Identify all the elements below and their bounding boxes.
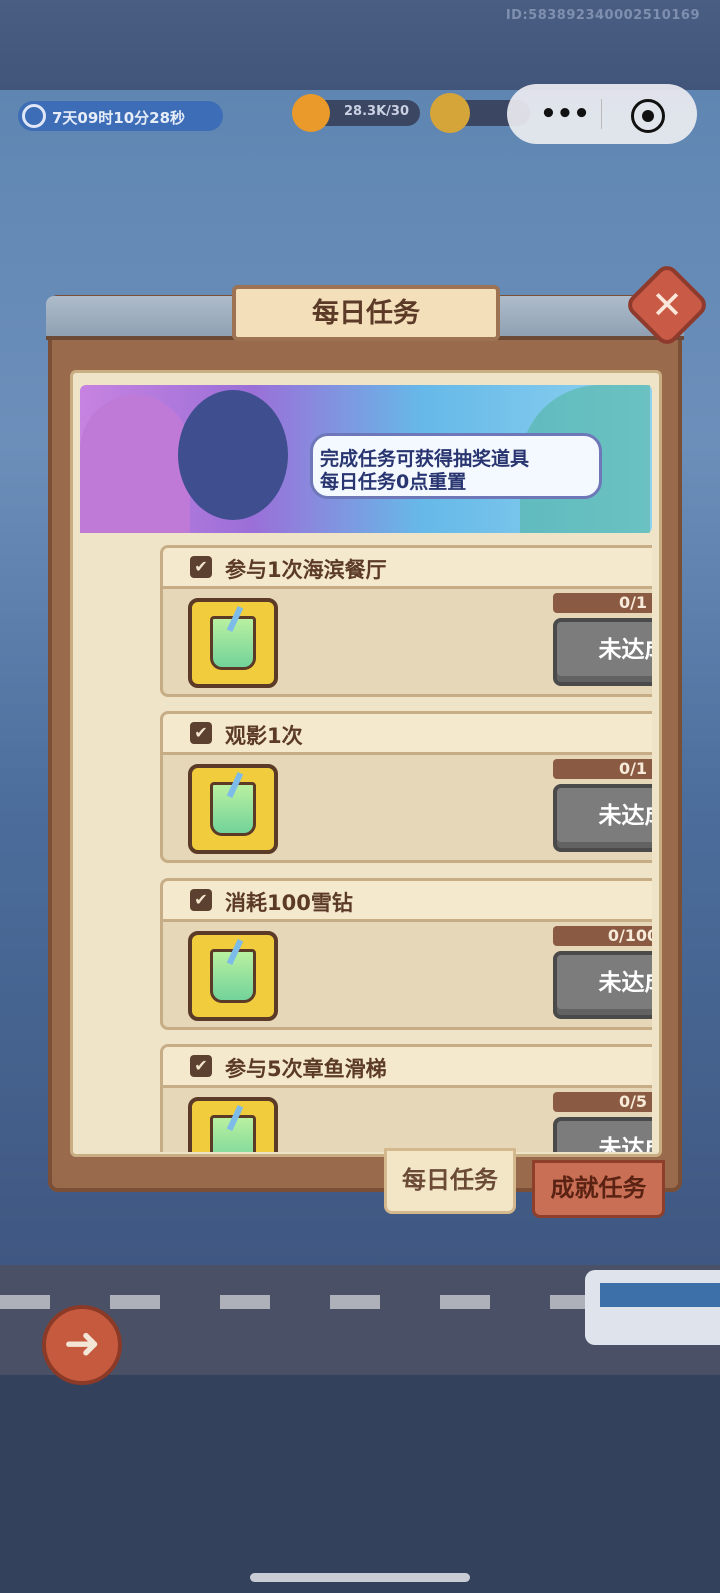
penguin-illustration: [178, 390, 288, 520]
home-indicator: [250, 1573, 470, 1582]
reward-item[interactable]: [188, 1097, 278, 1152]
checkbox-icon: ✔: [190, 556, 212, 578]
bus-window: [600, 1283, 720, 1307]
task-title: 参与5次章鱼滑梯: [225, 1057, 387, 1081]
task-title: 参与1次海滨餐厅: [225, 558, 387, 582]
task-title: 消耗100雪钻: [225, 891, 353, 915]
task-status-button[interactable]: 未达成: [553, 784, 652, 852]
modal-title: 每日任务: [312, 298, 420, 329]
checkbox-icon: ✔: [190, 1055, 212, 1077]
bottom-background: [0, 1375, 720, 1593]
bus-illustration: [585, 1270, 720, 1345]
task-card: ✔ 参与5次章鱼滑梯 0/5 未达成: [160, 1044, 652, 1152]
task-card: ✔ 消耗100雪钻 0/100 未达成: [160, 878, 652, 1030]
checkbox-icon: ✔: [190, 889, 212, 911]
back-arrow-icon: ➜: [63, 1318, 101, 1369]
reward-item[interactable]: [188, 764, 278, 854]
task-list[interactable]: ✔ 参与1次海滨餐厅 0/1 未达成 ✔ 观影1次 0/1 未达成 ✔ 消耗10…: [80, 545, 652, 1152]
close-miniapp-button[interactable]: [631, 99, 665, 133]
task-title: 观影1次: [225, 724, 303, 748]
tab-achievement-tasks[interactable]: 成就任务: [532, 1160, 665, 1218]
task-progress: 0/5: [553, 1092, 652, 1112]
checkbox-icon: ✔: [190, 722, 212, 744]
more-menu-button[interactable]: •••: [535, 96, 595, 132]
user-id-label: ID:583892340002510169: [505, 8, 700, 23]
task-card-header: ✔ 观影1次: [163, 714, 652, 755]
capsule-divider: [601, 99, 602, 129]
banner-text-line2: 每日任务0点重置: [320, 471, 467, 493]
task-status-button[interactable]: 未达成: [553, 1117, 652, 1152]
tab-daily-tasks[interactable]: 每日任务: [384, 1148, 516, 1214]
task-status-button[interactable]: 未达成: [553, 951, 652, 1019]
resource1-value: 28.3K/30: [344, 104, 409, 119]
countdown-text: 7天09时10分28秒: [52, 109, 186, 127]
task-card-header: ✔ 消耗100雪钻: [163, 881, 652, 922]
reward-item[interactable]: [188, 931, 278, 1021]
octopus-illustration: [80, 395, 190, 533]
clock-icon: [22, 104, 46, 128]
task-card-header: ✔ 参与1次海滨餐厅: [163, 548, 652, 589]
task-progress: 0/1: [553, 593, 652, 613]
reward-item[interactable]: [188, 598, 278, 688]
task-card: ✔ 观影1次 0/1 未达成: [160, 711, 652, 863]
task-progress: 0/100: [553, 926, 652, 946]
task-card: ✔ 参与1次海滨餐厅 0/1 未达成: [160, 545, 652, 697]
task-card-header: ✔ 参与5次章鱼滑梯: [163, 1047, 652, 1088]
task-status-button[interactable]: 未达成: [553, 618, 652, 686]
close-icon[interactable]: ✕: [636, 274, 698, 336]
back-button[interactable]: ➜: [42, 1305, 122, 1385]
task-progress: 0/1: [553, 759, 652, 779]
fire-resource-icon[interactable]: [292, 94, 330, 132]
coin-resource-icon[interactable]: [430, 93, 470, 133]
